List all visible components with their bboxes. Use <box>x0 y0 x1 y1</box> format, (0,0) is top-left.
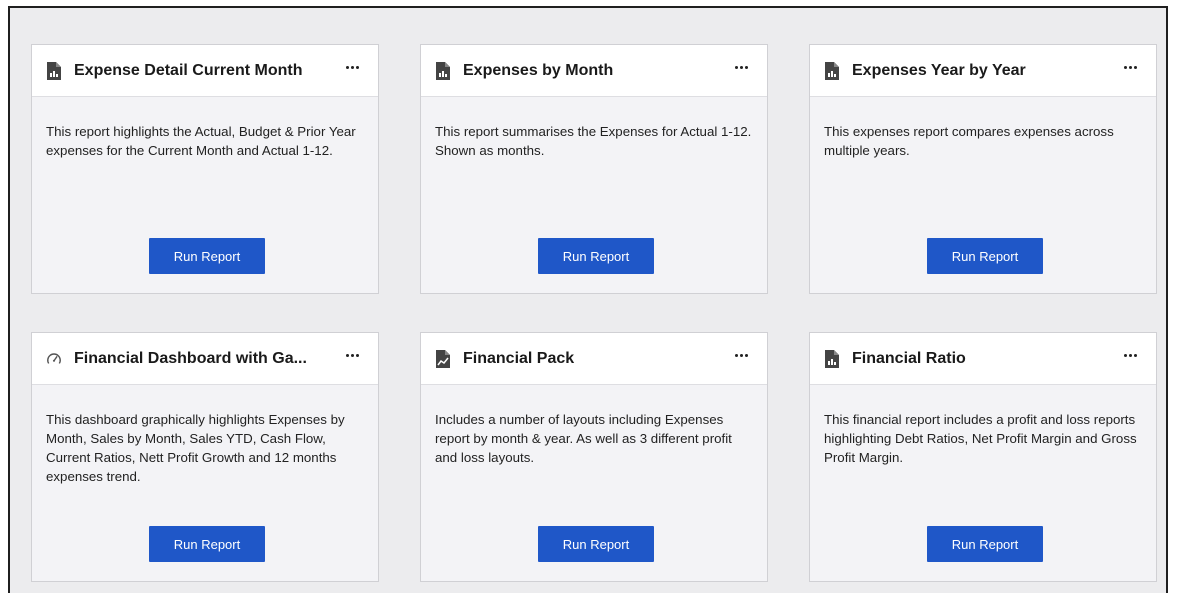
more-dots-icon <box>1123 353 1137 357</box>
more-dots-icon <box>1123 65 1137 69</box>
run-report-button[interactable]: Run Report <box>927 238 1043 274</box>
report-icon <box>824 62 840 80</box>
card-title: Expense Detail Current Month <box>74 62 303 79</box>
run-report-button[interactable]: Run Report <box>927 526 1043 562</box>
card-title: Expenses Year by Year <box>852 62 1026 79</box>
card-description: This report highlights the Actual, Budge… <box>46 124 356 158</box>
more-options-button[interactable] <box>1118 57 1142 77</box>
report-icon <box>435 62 451 80</box>
card-header: Financial Dashboard with Ga... <box>32 333 378 385</box>
chart-pack-icon <box>435 350 451 368</box>
run-report-button[interactable]: Run Report <box>538 238 654 274</box>
card-title: Financial Pack <box>463 350 575 367</box>
more-dots-icon <box>345 65 359 69</box>
more-dots-icon <box>734 353 748 357</box>
more-options-button[interactable] <box>729 57 753 77</box>
gauge-icon <box>46 350 62 368</box>
card-header: Financial Ratio <box>810 333 1156 385</box>
card-header: Expenses by Month <box>421 45 767 97</box>
report-card-expenses-by-month: Expenses by Month This report summarises… <box>420 44 768 294</box>
run-report-button[interactable]: Run Report <box>538 526 654 562</box>
card-description: This report summarises the Expenses for … <box>435 124 752 158</box>
more-options-button[interactable] <box>1118 345 1142 365</box>
report-gallery: Expense Detail Current Month This report… <box>8 6 1168 593</box>
card-title: Financial Dashboard with Ga... <box>74 350 307 367</box>
card-description: This expenses report compares expenses a… <box>824 124 1114 158</box>
report-card-expense-detail-current-month: Expense Detail Current Month This report… <box>31 44 379 294</box>
card-title: Financial Ratio <box>852 350 966 367</box>
report-card-financial-dashboard: Financial Dashboard with Ga... This dash… <box>31 332 379 582</box>
report-card-expenses-year-by-year: Expenses Year by Year This expenses repo… <box>809 44 1157 294</box>
report-icon <box>46 62 62 80</box>
card-header: Expense Detail Current Month <box>32 45 378 97</box>
card-title: Expenses by Month <box>463 62 614 79</box>
more-dots-icon <box>734 65 748 69</box>
report-grid: Expense Detail Current Month This report… <box>10 8 1166 593</box>
run-report-button[interactable]: Run Report <box>149 526 265 562</box>
card-description: This dashboard graphically highlights Ex… <box>46 412 345 484</box>
report-icon <box>824 350 840 368</box>
more-options-button[interactable] <box>340 57 364 77</box>
card-description: This financial report includes a profit … <box>824 412 1137 465</box>
report-card-financial-pack: Financial Pack Includes a number of layo… <box>420 332 768 582</box>
card-description: Includes a number of layouts including E… <box>435 412 732 465</box>
more-options-button[interactable] <box>340 345 364 365</box>
run-report-button[interactable]: Run Report <box>149 238 265 274</box>
card-header: Expenses Year by Year <box>810 45 1156 97</box>
more-dots-icon <box>345 353 359 357</box>
card-header: Financial Pack <box>421 333 767 385</box>
more-options-button[interactable] <box>729 345 753 365</box>
report-card-financial-ratio: Financial Ratio This financial report in… <box>809 332 1157 582</box>
